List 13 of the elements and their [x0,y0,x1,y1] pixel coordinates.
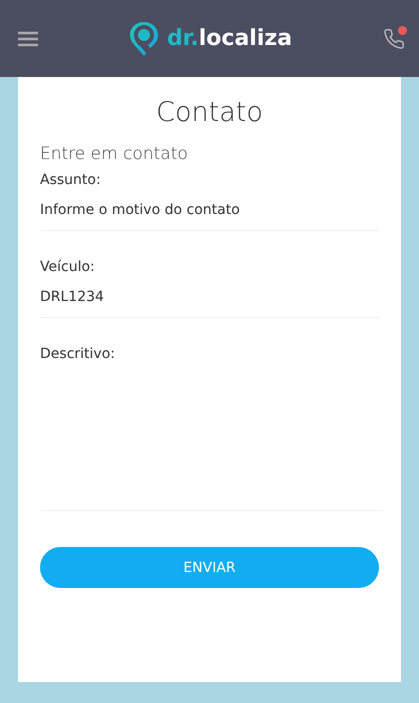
field-label: Assunto: [40,172,102,188]
menu-icon [18,30,38,46]
logo-text: dr.localiza [166,26,292,51]
field-label: Descritivo: [40,346,116,362]
location-pin-icon [128,20,159,56]
phone-icon [382,28,405,50]
subtitle: Entre em contato [40,144,189,164]
page-title: Contato [155,97,264,128]
input-field[interactable]: Informe o motivo do contato [40,188,379,231]
field-label: Veículo: [40,259,96,275]
input-field[interactable]: DRL1234 [40,275,379,318]
call-button[interactable] [382,28,405,50]
menu-button[interactable] [18,30,38,46]
